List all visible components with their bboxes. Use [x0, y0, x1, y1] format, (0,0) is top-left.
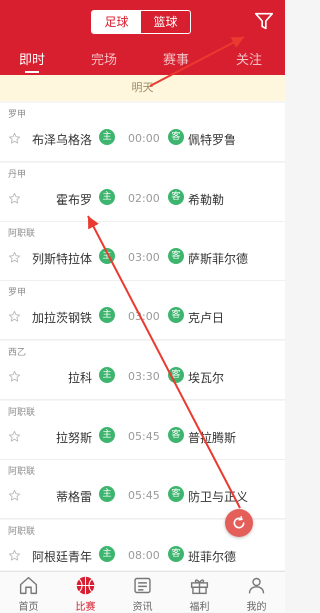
- away-team: 克卢日: [188, 311, 225, 325]
- star-icon[interactable]: [8, 132, 21, 145]
- home-team: 布泽乌格洛: [31, 133, 92, 147]
- home-badge: 主: [99, 129, 115, 145]
- bottom-nav: 首页 比赛 资讯 福利 我的: [0, 571, 285, 613]
- tab-finished[interactable]: 完场: [91, 49, 117, 68]
- nav-home[interactable]: 首页: [0, 572, 57, 613]
- row-divider: [0, 339, 285, 340]
- match-row[interactable]: 罗甲 加拉茨钢铁 主 03:00 客 克卢日: [0, 281, 285, 340]
- basketball-tab[interactable]: 篮球: [141, 11, 190, 33]
- match-time: 03:30: [128, 370, 160, 383]
- match-time: 05:45: [128, 430, 160, 443]
- refresh-button[interactable]: [225, 509, 253, 537]
- home-badge: 主: [99, 486, 115, 502]
- tab-live[interactable]: 即时: [19, 49, 45, 68]
- match-time: 05:45: [128, 489, 160, 502]
- away-badge: 客: [168, 486, 184, 502]
- away-team: 希勒勒: [188, 193, 225, 207]
- match-time: 02:00: [128, 192, 160, 205]
- away-team: 普拉腾斯: [188, 431, 237, 445]
- basketball-icon: [76, 576, 95, 595]
- star-icon[interactable]: [8, 251, 21, 264]
- nav-profile[interactable]: 我的: [228, 572, 285, 613]
- league-label: 阿职联: [8, 229, 36, 239]
- home-icon: [19, 576, 38, 595]
- away-badge: 客: [168, 367, 184, 383]
- star-icon[interactable]: [8, 430, 21, 443]
- day-banner: 明天: [0, 75, 285, 101]
- football-tab[interactable]: 足球: [92, 11, 141, 33]
- sport-toggle: 足球 篮球: [91, 10, 191, 34]
- home-badge: 主: [99, 546, 115, 562]
- match-time: 03:00: [128, 251, 160, 264]
- home-badge: 主: [99, 248, 115, 264]
- nav-rewards[interactable]: 福利: [171, 572, 228, 613]
- away-team: 防卫与正义: [188, 490, 249, 504]
- league-label: 阿职联: [8, 467, 36, 477]
- away-badge: 客: [168, 248, 184, 264]
- away-team: 埃瓦尔: [188, 371, 225, 385]
- home-badge: 主: [99, 367, 115, 383]
- away-badge: 客: [168, 427, 184, 443]
- match-row[interactable]: 罗甲 布泽乌格洛 主 00:00 客 佩特罗鲁: [0, 103, 285, 162]
- home-team: 蒂格雷: [55, 490, 92, 504]
- active-tab-indicator: [25, 71, 39, 73]
- match-time: 03:00: [128, 310, 160, 323]
- away-badge: 客: [168, 129, 184, 145]
- league-label: 西乙: [8, 348, 27, 358]
- match-row[interactable]: 阿职联 列斯特拉体 主 03:00 客 萨斯菲尔德: [0, 222, 285, 281]
- home-badge: 主: [99, 189, 115, 205]
- row-divider: [0, 161, 285, 162]
- tab-schedule[interactable]: 赛事: [163, 49, 189, 68]
- home-team: 拉科: [67, 371, 92, 385]
- home-team: 列斯特拉体: [31, 252, 92, 266]
- away-badge: 客: [168, 189, 184, 205]
- home-team: 加拉茨钢铁: [31, 311, 92, 325]
- match-time: 00:00: [128, 132, 160, 145]
- star-icon[interactable]: [8, 549, 21, 562]
- league-label: 罗甲: [8, 288, 27, 298]
- filter-icon[interactable]: [253, 10, 275, 32]
- away-team: 萨斯菲尔德: [188, 252, 249, 266]
- row-divider: [0, 399, 285, 400]
- league-label: 阿职联: [8, 527, 36, 537]
- tab-following[interactable]: 关注: [236, 49, 262, 68]
- top-header: 足球 篮球 即时 完场 赛事 关注: [0, 0, 285, 75]
- league-label: 罗甲: [8, 110, 27, 120]
- user-icon: [248, 577, 265, 594]
- star-icon[interactable]: [8, 192, 21, 205]
- home-team: 霍布罗: [55, 193, 92, 207]
- match-row[interactable]: 阿职联 拉努斯 主 05:45 客 普拉腾斯: [0, 401, 285, 460]
- home-badge: 主: [99, 307, 115, 323]
- star-icon[interactable]: [8, 310, 21, 323]
- star-icon[interactable]: [8, 370, 21, 383]
- match-tabs: 即时 完场 赛事 关注: [0, 45, 285, 75]
- away-team: 佩特罗鲁: [188, 133, 237, 147]
- refresh-icon: [233, 515, 245, 529]
- away-badge: 客: [168, 546, 184, 562]
- match-row[interactable]: 西乙 拉科 主 03:30 客 埃瓦尔: [0, 341, 285, 400]
- match-time: 08:00: [128, 549, 160, 562]
- star-icon[interactable]: [8, 489, 21, 502]
- league-label: 阿职联: [8, 408, 36, 418]
- league-label: 丹甲: [8, 170, 27, 180]
- home-team: 拉努斯: [55, 431, 92, 445]
- news-icon: [134, 577, 151, 594]
- match-row[interactable]: 丹甲 霍布罗 主 02:00 客 希勒勒: [0, 163, 285, 222]
- gift-icon: [190, 579, 209, 595]
- nav-matches[interactable]: 比赛: [57, 572, 114, 613]
- home-badge: 主: [99, 427, 115, 443]
- home-team: 阿根廷青年: [31, 550, 92, 564]
- away-badge: 客: [168, 307, 184, 323]
- nav-news[interactable]: 资讯: [114, 572, 171, 613]
- away-team: 班菲尔德: [188, 550, 237, 564]
